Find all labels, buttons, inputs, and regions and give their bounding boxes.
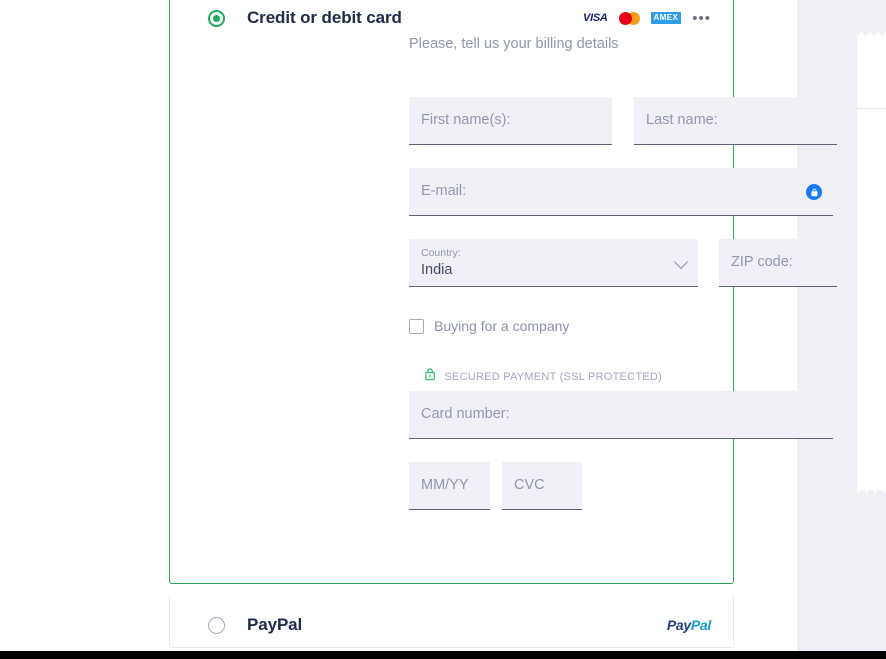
radio-paypal[interactable] [208, 616, 225, 634]
zip-code-placeholder: ZIP code: [731, 254, 793, 270]
email-placeholder: E-mail: [421, 183, 467, 199]
last-name-placeholder: Last name: [646, 112, 718, 128]
paypal-logo-part2: Pal [690, 617, 711, 633]
payment-method-credit-card[interactable]: Credit or debit card VISA AMEX ••• Pleas… [169, 0, 837, 584]
visa-logo: VISA [583, 12, 608, 24]
country-label: Country: [421, 247, 461, 259]
credit-card-header[interactable]: Credit or debit card VISA AMEX ••• [170, 3, 733, 33]
paypal-title: PayPal [247, 615, 303, 634]
paypal-logo: PayPal [667, 617, 711, 633]
buying-for-company-checkbox-row[interactable]: Buying for a company [409, 318, 569, 334]
buying-for-company-label: Buying for a company [434, 318, 570, 334]
secured-payment-label: SECURED PAYMENT (SSL PROTECTED) [444, 370, 662, 383]
cvc-field[interactable]: CVC [502, 462, 582, 510]
viewport-bottom-bar [0, 651, 886, 659]
last-name-field[interactable]: Last name: [634, 97, 837, 145]
card-number-field[interactable]: Card number: [409, 391, 833, 439]
card-number-placeholder: Card number: [421, 406, 510, 422]
more-card-brands-icon[interactable]: ••• [692, 11, 711, 26]
paypal-header[interactable]: PayPal PayPal [170, 610, 733, 640]
first-name-field[interactable]: First name(s): [409, 97, 612, 145]
receipt-divider [857, 108, 886, 109]
checkout-page: Credit or debit card VISA AMEX ••• Pleas… [0, 0, 886, 659]
receipt-panel [857, 38, 886, 490]
secured-payment-notice: SECURED PAYMENT (SSL PROTECTED) [424, 367, 662, 386]
paypal-logo-part1: Pay [666, 617, 691, 633]
lock-icon[interactable] [806, 184, 822, 200]
country-value: India [421, 262, 453, 278]
chevron-down-icon[interactable] [673, 254, 689, 270]
card-brand-logos: VISA AMEX ••• [583, 11, 711, 26]
billing-details-subtitle: Please, tell us your billing details [409, 36, 619, 52]
buying-for-company-checkbox[interactable] [409, 318, 424, 334]
expiry-date-placeholder: MM/YY [421, 477, 469, 493]
expiry-date-field[interactable]: MM/YY [409, 462, 490, 510]
amex-logo: AMEX [650, 12, 682, 24]
cvc-placeholder: CVC [514, 477, 545, 493]
payment-method-paypal[interactable]: PayPal PayPal [169, 596, 734, 648]
email-field[interactable]: E-mail: [409, 168, 833, 216]
paypal-brand-row: PayPal [667, 617, 711, 633]
green-lock-icon [424, 367, 436, 386]
mastercard-logo [618, 11, 640, 25]
zip-code-field[interactable]: ZIP code: [719, 239, 837, 287]
credit-card-title: Credit or debit card [247, 8, 402, 27]
radio-credit-card[interactable] [208, 9, 225, 27]
first-name-placeholder: First name(s): [421, 112, 511, 128]
country-select[interactable]: Country: India [409, 239, 698, 287]
